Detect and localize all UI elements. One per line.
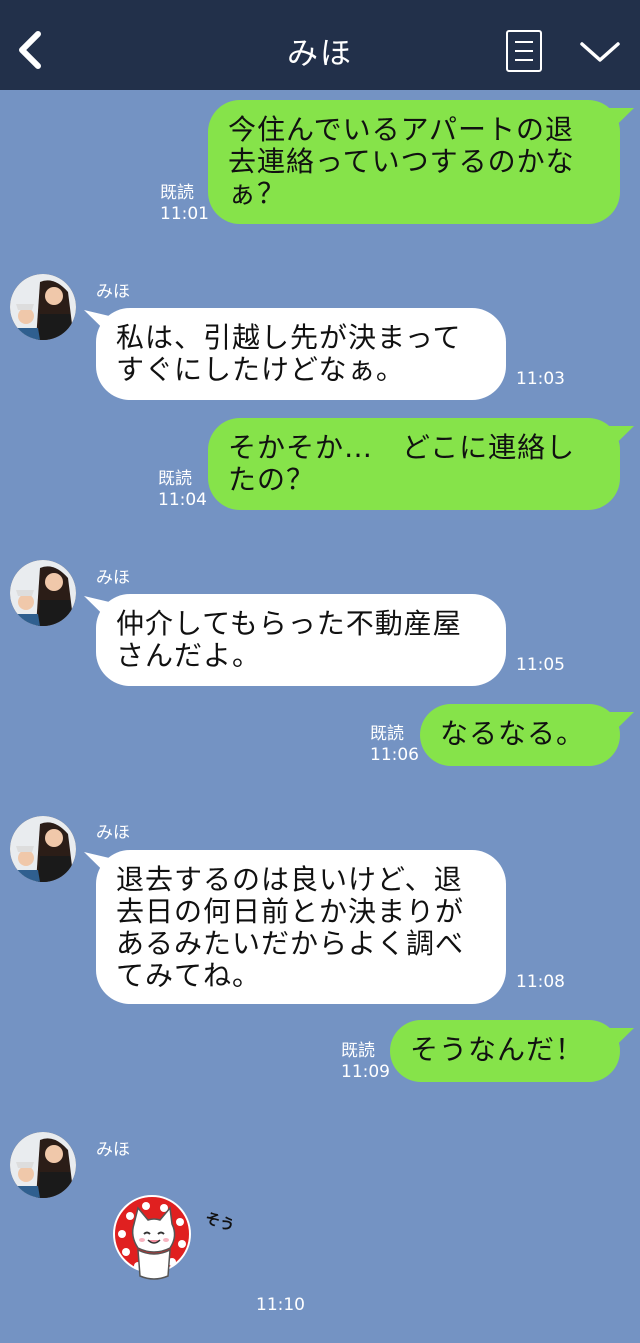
message-time: 11:09 — [341, 1062, 390, 1082]
sender-name: みほ — [96, 1140, 130, 1160]
avatar[interactable] — [10, 1132, 76, 1198]
message-meta: 既読 11:09 — [341, 1041, 390, 1083]
sender-name: みほ — [96, 282, 130, 302]
message-time: 11:05 — [516, 655, 565, 675]
message-time: 11:08 — [516, 972, 565, 992]
incoming-message-bubble[interactable]: 私は、引越し先が決まってすぐにしたけどなぁ。 — [96, 308, 506, 400]
message-time: 11:01 — [160, 204, 209, 224]
outgoing-message-bubble[interactable]: そうなんだ！ — [390, 1020, 620, 1082]
sticker-caption: そうだよ! — [203, 1209, 232, 1247]
message-time: 11:04 — [158, 490, 207, 510]
message-meta: 既読 11:06 — [370, 724, 419, 766]
message-time: 11:10 — [256, 1295, 305, 1315]
message-time: 11:03 — [516, 369, 565, 389]
message-time: 11:06 — [370, 745, 419, 765]
message-meta: 既読 11:04 — [158, 469, 207, 511]
read-status: 既読 — [370, 724, 404, 744]
read-status: 既読 — [341, 1041, 375, 1061]
outgoing-message-bubble[interactable]: 今住んでいるアパートの退去連絡っていつするのかなぁ？ — [208, 100, 620, 224]
avatar[interactable] — [10, 816, 76, 882]
cat-sticker[interactable]: そうだよ! — [108, 1192, 272, 1290]
read-status: 既読 — [160, 183, 194, 203]
outgoing-message-bubble[interactable]: そかそか… どこに連絡したの？ — [208, 418, 620, 510]
cat-sticker-icon: そうだよ! — [113, 1195, 272, 1280]
sender-name: みほ — [96, 823, 130, 843]
sender-name: みほ — [96, 568, 130, 588]
avatar[interactable] — [10, 274, 76, 340]
message-meta: 既読 11:01 — [160, 183, 209, 225]
outgoing-message-bubble[interactable]: なるなる。 — [420, 704, 620, 766]
incoming-message-bubble[interactable]: 仲介してもらった不動産屋さんだよ。 — [96, 594, 506, 686]
incoming-message-bubble[interactable]: 退去するのは良いけど、退去日の何日前とか決まりがあるみたいだからよく調べてみてね… — [96, 850, 506, 1004]
menu-icon[interactable] — [506, 30, 542, 72]
chat-title: みほ — [287, 36, 353, 72]
avatar[interactable] — [10, 560, 76, 626]
chat-header: みほ — [0, 0, 640, 90]
chevron-down-icon[interactable] — [578, 38, 622, 66]
read-status: 既読 — [158, 469, 192, 489]
